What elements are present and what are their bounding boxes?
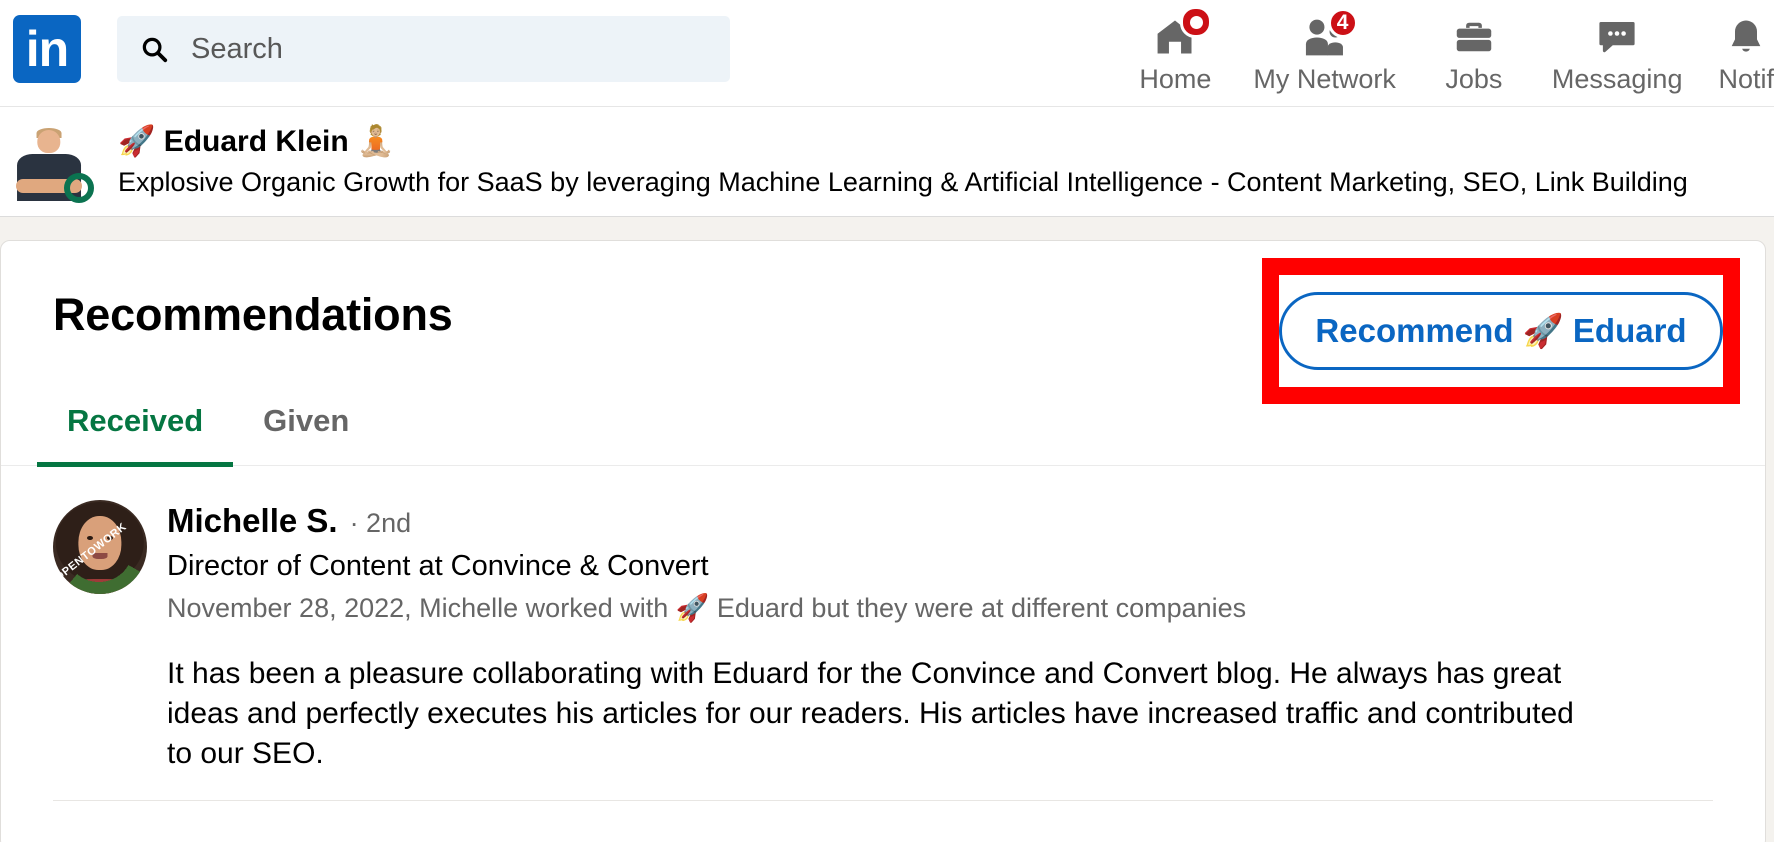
recommend-button[interactable]: Recommend 🚀 Eduard [1279,292,1723,370]
recommender-degree: · 2nd [349,508,412,538]
tab-given[interactable]: Given [233,403,379,465]
nav-item-my-network[interactable]: 4 My Network [1235,6,1414,95]
search-placeholder-text: Search [191,32,283,65]
home-icon-wrap [1148,6,1213,62]
nav-item-home[interactable]: Home [1115,6,1235,95]
bell-icon [1731,20,1761,52]
home-notification-badge [1180,6,1213,38]
recommendation-divider [53,799,1713,801]
open-to-work-ring-icon [64,172,94,203]
nav-label-home: Home [1139,64,1212,94]
profile-headline: Explosive Organic Growth for SaaS by lev… [118,167,1688,198]
linkedin-profile-page: in Search Home 4 My Network Jobs Messagi… [0,0,1774,842]
nav-label-messaging: Messaging [1551,64,1683,94]
my-network-icon-wrap: 4 [1298,8,1358,62]
nav-item-notifications[interactable]: Notif [1700,6,1774,95]
nav-label-jobs: Jobs [1445,64,1503,94]
jobs-icon-wrap [1447,12,1501,62]
recommender-identity-line: Michelle S. · 2nd [167,502,1765,540]
nav-left-group: in Search [0,0,730,83]
profile-identity: 🚀 Eduard Klein 🧘🏼 Explosive Organic Grow… [118,123,1688,201]
messaging-icon-wrap [1590,12,1644,62]
briefcase-icon [1456,22,1492,52]
recommendation-meta: November 28, 2022, Michelle worked with … [167,593,1247,623]
recommendation-list-item: #OPENTOWORK Michelle S. · 2nd Director o… [1,466,1765,774]
nav-item-jobs[interactable]: Jobs [1414,6,1534,95]
global-navigation-bar: in Search Home 4 My Network Jobs Messagi… [0,0,1774,107]
my-network-count-badge: 4 [1327,8,1358,38]
recommender-name[interactable]: Michelle S. [167,502,338,540]
linkedin-logo-icon[interactable]: in [13,15,81,83]
profile-name: 🚀 Eduard Klein 🧘🏼 [118,124,395,158]
search-input[interactable]: Search [117,16,730,82]
message-bubble-icon [1599,21,1635,53]
recommendation-text: It has been a pleasure collaborating wit… [167,657,1574,770]
nav-item-messaging[interactable]: Messaging [1534,6,1701,95]
nav-label-notifications: Notif [1718,64,1774,94]
nav-right-group: Home 4 My Network Jobs Messaging Notif [1115,0,1774,107]
nav-label-my-network: My Network [1253,64,1396,94]
profile-avatar[interactable] [10,122,94,203]
search-icon [139,34,169,64]
recommender-title: Director of Content at Convince & Conver… [167,550,709,582]
page-title: Recommendations [53,289,453,340]
recommender-avatar[interactable]: #OPENTOWORK [53,500,147,594]
profile-sticky-bar: 🚀 Eduard Klein 🧘🏼 Explosive Organic Grow… [0,107,1774,217]
recommendation-content: Michelle S. · 2nd Director of Content at… [167,500,1765,774]
notifications-icon-wrap [1719,12,1773,62]
tab-received[interactable]: Received [37,403,234,467]
